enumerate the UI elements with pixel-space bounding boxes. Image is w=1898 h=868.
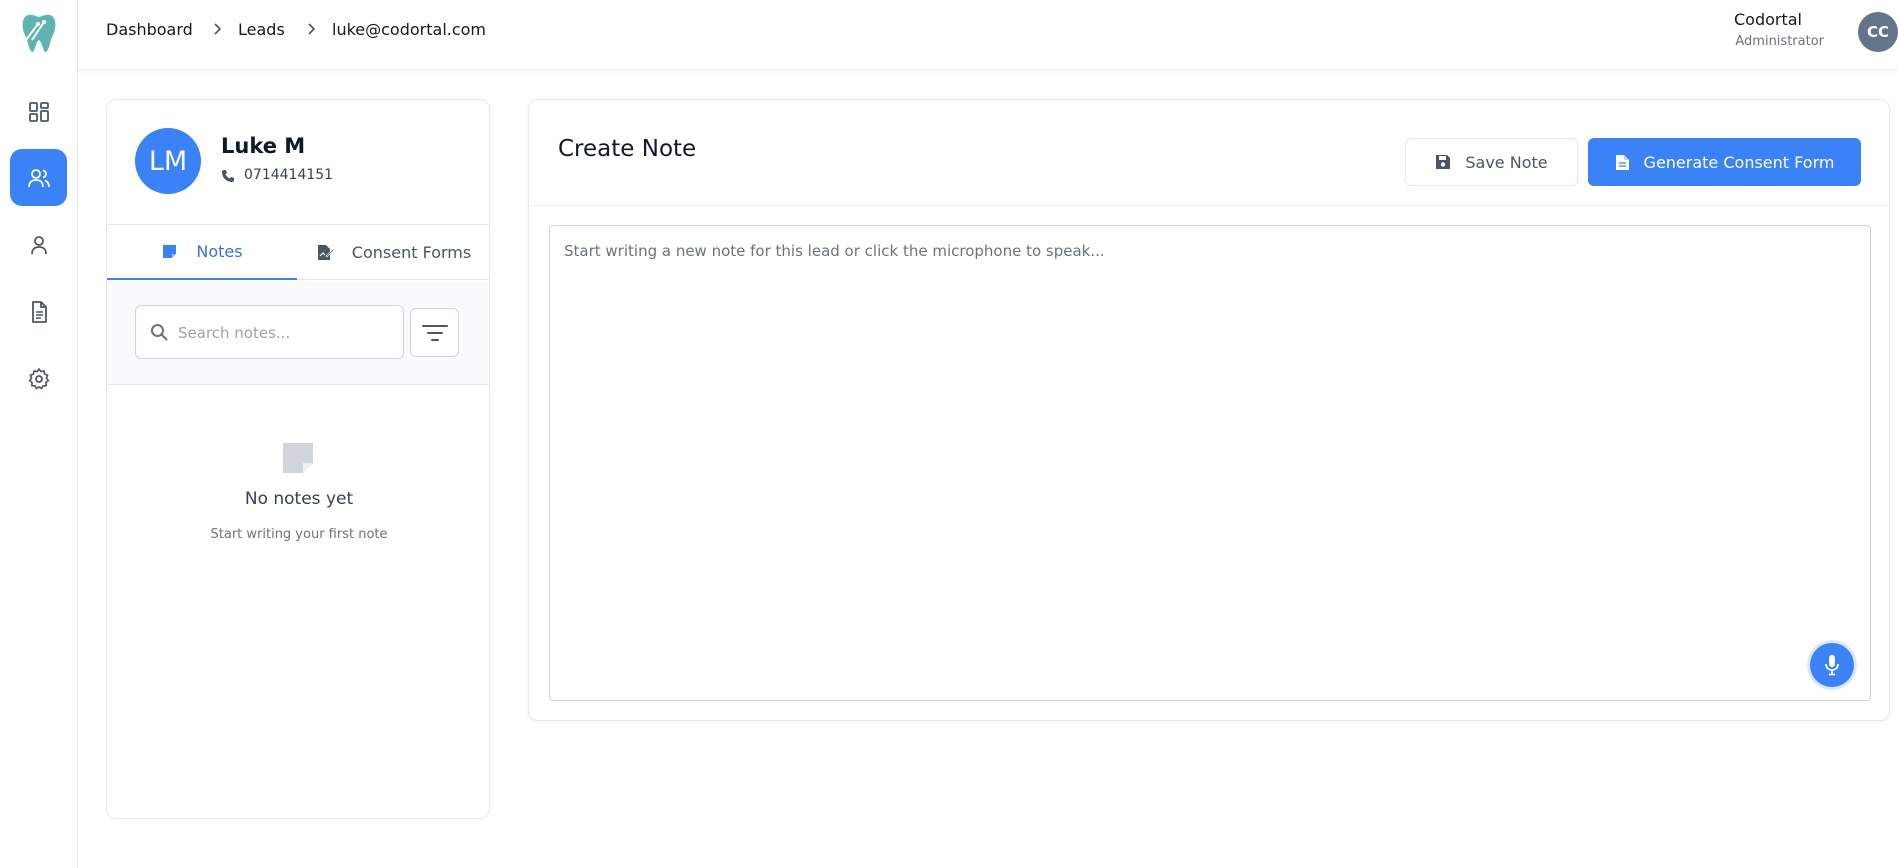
file-icon	[1615, 154, 1629, 170]
microphone-button[interactable]	[1810, 643, 1854, 687]
filter-button[interactable]	[410, 308, 459, 357]
microphone-icon	[1825, 655, 1839, 676]
user-avatar[interactable]: CC	[1858, 12, 1898, 52]
user-role: Administrator	[1735, 34, 1824, 49]
note-editor-header: Create Note Save Note Generate Consent F…	[529, 100, 1889, 206]
top-header: Dashboard Leads luke@codortal.com Codort…	[78, 0, 1898, 70]
document-icon	[31, 300, 47, 323]
lead-name: Luke M	[221, 134, 306, 158]
sidebar-item-leads[interactable]	[10, 149, 67, 206]
page-title: Create Note	[558, 136, 697, 162]
breadcrumb-current: luke@codortal.com	[332, 20, 487, 39]
empty-state-title: No notes yet	[244, 489, 354, 509]
generate-consent-form-label: Generate Consent Form	[1643, 152, 1835, 172]
sidebar-item-dashboard[interactable]	[10, 83, 67, 140]
sticky-note-icon	[283, 443, 313, 473]
tab-consent-forms[interactable]: Consent Forms	[297, 225, 489, 280]
sticky-note-icon	[163, 245, 177, 258]
empty-state-subtitle: Start writing your first note	[210, 527, 388, 542]
dashboard-icon	[28, 101, 49, 122]
search-box	[135, 305, 404, 359]
note-textarea-wrapper	[549, 225, 1871, 701]
phone-icon	[222, 170, 234, 182]
user-icon	[30, 235, 47, 254]
note-editor-panel: Create Note Save Note Generate Consent F…	[528, 99, 1890, 721]
breadcrumb-dashboard[interactable]: Dashboard	[106, 20, 193, 39]
save-note-button[interactable]: Save Note	[1405, 138, 1578, 186]
chevron-right-icon	[308, 23, 316, 35]
sidebar	[0, 0, 78, 868]
lead-panel: LM Luke M 0714414151 Notes Consent Forms	[106, 99, 490, 819]
sidebar-item-profile[interactable]	[10, 216, 67, 273]
lead-phone: 0714414151	[244, 167, 334, 183]
chevron-right-icon	[214, 23, 222, 35]
tooth-logo[interactable]	[18, 10, 60, 54]
search-icon	[151, 324, 168, 341]
user-name: Codortal	[1733, 10, 1802, 29]
tab-notes[interactable]: Notes	[107, 225, 297, 280]
note-textarea[interactable]	[564, 242, 1844, 642]
sidebar-item-settings[interactable]	[10, 350, 67, 407]
save-note-label: Save Note	[1465, 152, 1548, 172]
search-input[interactable]	[178, 320, 388, 346]
users-icon	[27, 168, 50, 187]
breadcrumb-leads[interactable]: Leads	[238, 20, 285, 39]
lead-avatar: LM	[135, 128, 201, 194]
file-signature-icon	[317, 245, 334, 260]
notes-search-area	[107, 281, 489, 385]
gear-icon	[28, 367, 49, 389]
floppy-disk-icon	[1436, 155, 1451, 169]
tab-notes-label: Notes	[196, 242, 243, 261]
filter-icon	[421, 324, 448, 341]
tab-consent-label: Consent Forms	[351, 243, 472, 262]
sidebar-item-documents[interactable]	[10, 283, 67, 340]
lead-tabs: Notes Consent Forms	[107, 224, 489, 280]
generate-consent-form-button[interactable]: Generate Consent Form	[1588, 138, 1861, 186]
